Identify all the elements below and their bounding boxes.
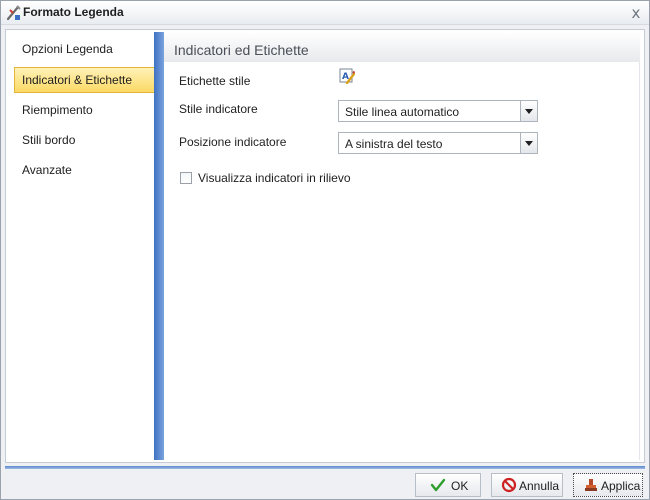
sidebar-item-label: Indicatori & Etichette xyxy=(22,73,133,87)
relief-indicators-checkbox[interactable] xyxy=(180,172,192,184)
section-accent-strip xyxy=(154,32,164,460)
ok-button[interactable]: OK xyxy=(415,473,481,497)
indicator-style-value: Stile linea automatico xyxy=(345,105,460,119)
chevron-down-icon xyxy=(525,109,533,114)
dialog-title: Formato Legenda xyxy=(23,5,124,19)
sidebar-item-label: Opzioni Legenda xyxy=(22,42,113,56)
indicator-position-value: A sinistra del testo xyxy=(345,137,443,151)
section-title: Indicatori ed Etichette xyxy=(174,42,309,58)
format-legend-dialog: Formato Legenda x Opzioni Legenda Indica… xyxy=(0,0,650,500)
sidebar-item-label: Avanzate xyxy=(22,163,72,177)
dropdown-button[interactable] xyxy=(520,101,537,121)
cancel-label: Annulla xyxy=(519,479,560,493)
content-header: Indicatori ed Etichette xyxy=(164,32,640,62)
sidebar-item-indicatori-etichette[interactable]: Indicatori & Etichette xyxy=(14,67,158,93)
sidebar-item-opzioni-legenda[interactable]: Opzioni Legenda xyxy=(14,36,158,62)
sidebar-item-avanzate[interactable]: Avanzate xyxy=(14,157,158,183)
checkmark-icon xyxy=(430,478,446,492)
indicator-position-select[interactable]: A sinistra del testo xyxy=(338,132,538,154)
relief-indicators-label[interactable]: Visualizza indicatori in rilievo xyxy=(198,171,351,185)
content-panel: Indicatori ed Etichette Etichette stile … xyxy=(164,32,640,460)
apply-label: Applica xyxy=(601,479,641,493)
dropdown-button[interactable] xyxy=(520,133,537,153)
close-icon[interactable]: x xyxy=(628,5,644,21)
sidebar-item-label: Stili bordo xyxy=(22,133,76,147)
stamp-icon xyxy=(585,479,597,491)
cancel-icon xyxy=(501,477,517,493)
apply-button[interactable]: Applica xyxy=(573,473,643,497)
cancel-button[interactable]: Annulla xyxy=(491,473,563,497)
title-bar[interactable]: Formato Legenda x xyxy=(1,1,649,25)
sidebar-item-riempimento[interactable]: Riempimento xyxy=(14,97,158,123)
label-style-label: Etichette stile xyxy=(179,74,251,88)
indicator-style-label: Stile indicatore xyxy=(179,102,258,116)
dialog-footer: OK Annulla Applica xyxy=(1,469,649,499)
chevron-down-icon xyxy=(525,141,533,146)
sidebar-item-stili-bordo[interactable]: Stili bordo xyxy=(14,127,158,153)
text-style-icon[interactable]: A xyxy=(339,68,355,84)
sidebar-nav: Opzioni Legenda Indicatori & Etichette R… xyxy=(10,34,158,460)
chart-format-icon xyxy=(6,5,21,21)
indicator-position-label: Posizione indicatore xyxy=(179,135,287,149)
indicator-style-select[interactable]: Stile linea automatico xyxy=(338,100,538,122)
dialog-body: Opzioni Legenda Indicatori & Etichette R… xyxy=(5,29,645,463)
sidebar-item-label: Riempimento xyxy=(22,103,93,117)
ok-label: OK xyxy=(451,479,469,493)
